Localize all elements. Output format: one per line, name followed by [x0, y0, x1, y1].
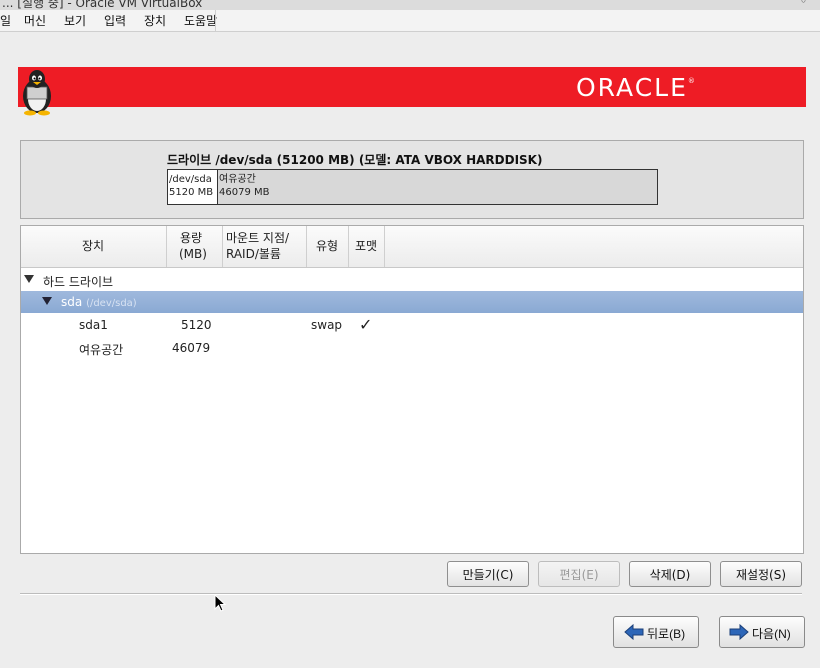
- oracle-logo: ORACLE®: [576, 73, 695, 102]
- column-header-device[interactable]: 장치: [21, 226, 167, 267]
- back-label: 뒤로(B): [647, 627, 686, 641]
- window-title: ... [실행 중] - Oracle VM VirtualBox: [2, 0, 203, 10]
- next-button[interactable]: 다음(N): [719, 616, 805, 648]
- row-size: 46079: [172, 341, 211, 355]
- mouse-cursor-icon: [214, 594, 227, 612]
- row-size: 5120: [181, 318, 212, 332]
- partition-segment-free[interactable]: 여유공간 46079 MB: [218, 170, 655, 204]
- oracle-trademark: ®: [687, 77, 695, 85]
- oracle-logo-text: ORACLE: [576, 73, 688, 102]
- group-label: 하드 드라이브: [43, 275, 114, 289]
- tree-row-hard-drives[interactable]: 하드 드라이브: [21, 269, 803, 291]
- menu-item-view[interactable]: 보기: [64, 12, 86, 29]
- column-header-type[interactable]: 유형: [307, 226, 349, 267]
- segment-name: 여유공간: [219, 174, 256, 185]
- column-header-mount[interactable]: 마운트 지점/ RAID/볼륨: [223, 226, 307, 267]
- edit-button[interactable]: 편집(E): [538, 561, 620, 587]
- column-label: 유형: [316, 239, 339, 253]
- column-header-size[interactable]: 용량 (MB): [167, 226, 223, 267]
- drive-visual-panel: 드라이브 /dev/sda (51200 MB) (모델: ATA VBOX H…: [20, 140, 804, 219]
- column-label: 용량: [180, 231, 203, 245]
- row-type: swap: [311, 318, 343, 332]
- expander-down-icon[interactable]: [24, 275, 34, 283]
- column-label: 포맷: [355, 239, 378, 253]
- segment-size: 5120 MB: [169, 187, 214, 198]
- column-label: (MB): [179, 247, 207, 261]
- partition-segment-sda1[interactable]: /dev/sda 5120 MB: [168, 170, 218, 204]
- row-device: sda1: [79, 318, 108, 332]
- menu-bar: 일 머신 보기 입력 장치 도움말: [0, 10, 820, 32]
- window-title-bar: ... [실행 중] - Oracle VM VirtualBox ◦: [0, 0, 820, 10]
- segment-name: /dev/sda: [169, 174, 212, 185]
- tree-row-sda[interactable]: sda (/dev/sda): [21, 291, 803, 313]
- tux-penguin-icon: [23, 70, 51, 116]
- expander-down-icon[interactable]: [42, 297, 52, 305]
- arrow-right-icon: [729, 624, 749, 640]
- menu-item-machine[interactable]: 머신: [24, 12, 46, 29]
- menu-separator: [215, 10, 216, 31]
- column-label: 마운트 지점/: [226, 231, 290, 245]
- menu-item-file[interactable]: 일: [0, 12, 11, 29]
- disk-name: sda: [61, 295, 83, 309]
- delete-button[interactable]: 삭제(D): [629, 561, 711, 587]
- arrow-left-icon: [624, 624, 644, 640]
- back-button[interactable]: 뒤로(B): [613, 616, 699, 648]
- drive-title: 드라이브 /dev/sda (51200 MB) (모델: ATA VBOX H…: [167, 153, 543, 167]
- table-row[interactable]: sda1 5120 swap ✓: [21, 314, 803, 336]
- segment-size: 46079 MB: [219, 187, 270, 198]
- column-header-format[interactable]: 포맷: [349, 226, 385, 267]
- window-control-icon[interactable]: ◦: [800, 0, 807, 8]
- reset-button[interactable]: 재설정(S): [720, 561, 802, 587]
- table-header: 장치 용량 (MB) 마운트 지점/ RAID/볼륨 유형 포맷: [21, 226, 803, 268]
- next-label: 다음(N): [752, 627, 791, 641]
- create-button[interactable]: 만들기(C): [447, 561, 529, 587]
- menu-item-input[interactable]: 입력: [104, 12, 126, 29]
- menu-item-help[interactable]: 도움말: [184, 12, 217, 29]
- partition-table: 장치 용량 (MB) 마운트 지점/ RAID/볼륨 유형 포맷 하드 드라이브…: [20, 225, 804, 554]
- drive-partition-bar: /dev/sda 5120 MB 여유공간 46079 MB: [167, 169, 658, 205]
- table-row[interactable]: 여유공간 46079: [21, 337, 803, 359]
- disk-label: sda (/dev/sda): [61, 295, 137, 309]
- column-label: 장치: [82, 239, 105, 253]
- menu-item-devices[interactable]: 장치: [144, 12, 166, 29]
- oracle-banner: ORACLE®: [18, 67, 806, 116]
- format-check-icon: ✓: [359, 315, 373, 334]
- column-label: RAID/볼륨: [226, 247, 281, 261]
- row-device: 여유공간: [79, 343, 124, 357]
- section-divider: [20, 593, 802, 595]
- disk-path: (/dev/sda): [86, 298, 137, 309]
